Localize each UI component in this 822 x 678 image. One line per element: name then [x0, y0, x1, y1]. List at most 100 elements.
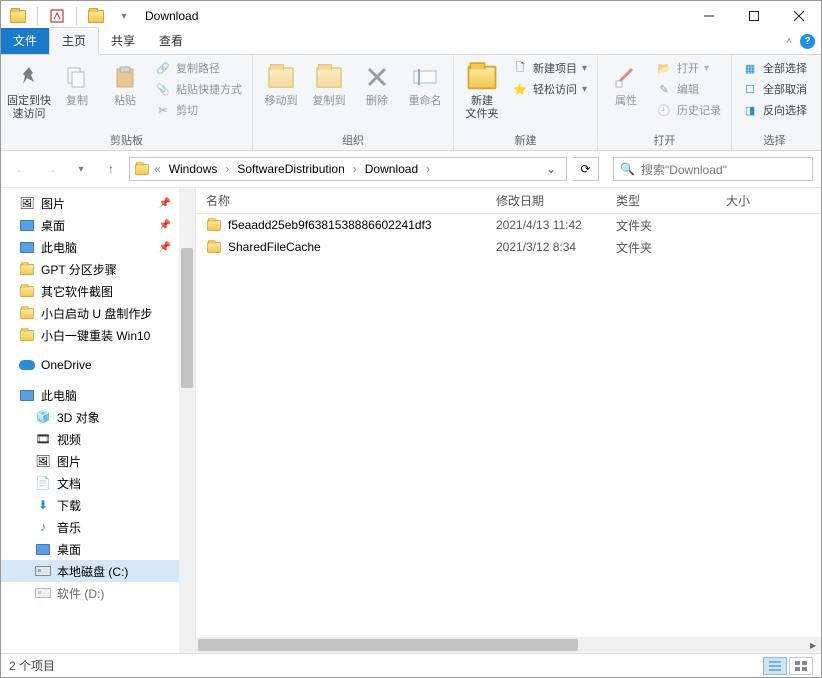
back-button[interactable]: ← — [9, 157, 33, 181]
tab-file[interactable]: 文件 — [1, 28, 49, 54]
breadcrumb-download[interactable]: Download — [361, 162, 422, 176]
breadcrumb-windows[interactable]: Windows — [165, 162, 222, 176]
folder-icon — [20, 307, 34, 318]
tree-onedrive[interactable]: OneDrive — [1, 354, 195, 376]
onedrive-icon — [19, 360, 35, 370]
address-bar[interactable]: « Windows › SoftwareDistribution › Downl… — [129, 157, 567, 181]
drive-icon — [35, 566, 51, 576]
pin-icon: 📌 — [159, 220, 171, 231]
folder-icon — [20, 329, 34, 340]
paste-button[interactable]: 粘贴 — [103, 57, 147, 108]
address-dropdown[interactable]: ⌄ — [540, 162, 562, 176]
rename-button[interactable]: 重命名 — [403, 57, 447, 108]
history-button[interactable]: 🕘历史记录 — [652, 101, 725, 119]
folder-icon — [207, 241, 221, 252]
refresh-button[interactable]: ⟳ — [573, 157, 599, 181]
tree-videos[interactable]: 🎞视频 — [1, 428, 195, 450]
tree-reinstall[interactable]: 小白一键重装 Win10 — [1, 324, 195, 346]
tree-desktop[interactable]: 桌面📌 — [1, 214, 195, 236]
easy-access-icon: ⭐ — [512, 81, 528, 97]
copy-path-button[interactable]: 🔗复制路径 — [151, 59, 246, 77]
tree-disk-c[interactable]: 本地磁盘 (C:) — [1, 560, 195, 582]
group-select-label: 选择 — [738, 130, 811, 150]
open-button[interactable]: 📂打开▾ — [652, 59, 725, 77]
maximize-button[interactable] — [731, 1, 776, 30]
minimize-button[interactable] — [686, 1, 731, 30]
copy-button[interactable]: 复制 — [55, 57, 99, 108]
folder-icon — [20, 285, 34, 296]
nav-tree[interactable]: 🖼图片📌 桌面📌 此电脑📌 GPT 分区步骤 其它软件截图 小白启动 U 盘制作… — [1, 188, 196, 653]
col-date[interactable]: 修改日期 — [486, 192, 606, 209]
tree-pictures2[interactable]: 🖼图片 — [1, 450, 195, 472]
tree-thispc2[interactable]: 此电脑 — [1, 384, 195, 406]
chevron-right-icon[interactable]: › — [424, 162, 432, 176]
thumbnails-view-button[interactable] — [789, 657, 813, 675]
tree-screenshots[interactable]: 其它软件截图 — [1, 280, 195, 302]
search-placeholder: 搜索"Download" — [641, 161, 727, 178]
breadcrumb-swdist[interactable]: SoftwareDistribution — [233, 162, 348, 176]
move-to-button[interactable]: 移动到 — [259, 57, 303, 108]
tree-documents[interactable]: 📄文档 — [1, 472, 195, 494]
tab-view[interactable]: 查看 — [147, 28, 195, 54]
edit-icon: ✎ — [656, 81, 672, 97]
help-icon[interactable]: ? — [800, 34, 815, 49]
tree-music[interactable]: ♪音乐 — [1, 516, 195, 538]
desktop-icon — [36, 544, 50, 555]
edit-button[interactable]: ✎编辑 — [652, 80, 725, 98]
tree-downloads[interactable]: ⬇下载 — [1, 494, 195, 516]
collapse-ribbon-icon[interactable]: ˄ — [786, 36, 792, 47]
qat-dropdown[interactable]: ▾ — [113, 5, 135, 27]
easy-access-button[interactable]: ⭐轻松访问▾ — [508, 80, 591, 98]
folder-icon — [135, 163, 149, 174]
delete-button[interactable]: 删除 — [355, 57, 399, 108]
recent-locations-button[interactable]: ▾ — [69, 157, 93, 181]
up-button[interactable]: ↑ — [99, 157, 123, 181]
col-type[interactable]: 类型 — [606, 192, 716, 209]
rename-icon — [409, 61, 441, 93]
tree-gpt[interactable]: GPT 分区步骤 — [1, 258, 195, 280]
search-icon: 🔍 — [620, 162, 635, 176]
horizontal-scrollbar[interactable]: ◂ ▸ — [196, 637, 821, 653]
invert-selection-button[interactable]: ◨反向选择 — [738, 101, 811, 119]
tab-home[interactable]: 主页 — [49, 27, 99, 55]
properties-icon — [610, 61, 642, 93]
select-none-button[interactable]: ☐全部取消 — [738, 80, 811, 98]
file-row[interactable]: f5eaadd25eb9f6381538886602241df3 2021/4/… — [196, 214, 821, 236]
close-button[interactable] — [776, 1, 821, 30]
tab-share[interactable]: 共享 — [99, 28, 147, 54]
search-box[interactable]: 🔍 搜索"Download" — [613, 157, 813, 181]
file-list: 名称 修改日期 类型 大小 f5eaadd25eb9f6381538886602… — [196, 188, 821, 653]
col-size[interactable]: 大小 — [716, 192, 786, 209]
paste-shortcut-button[interactable]: 📎粘贴快捷方式 — [151, 80, 246, 98]
details-view-button[interactable] — [763, 657, 787, 675]
tree-disk-d[interactable]: 软件 (D:) — [1, 582, 195, 604]
tree-usb[interactable]: 小白启动 U 盘制作步 — [1, 302, 195, 324]
chevron-right-icon[interactable]: › — [223, 162, 231, 176]
new-item-button[interactable]: 🗋新建项目▾ — [508, 59, 591, 77]
tree-thispc[interactable]: 此电脑📌 — [1, 236, 195, 258]
selectnone-icon: ☐ — [742, 81, 758, 97]
ribbon: 固定到快 速访问 复制 粘贴 🔗复制路径 📎粘贴快捷方式 ✂剪切 剪贴板 移动到… — [1, 55, 821, 151]
cut-button[interactable]: ✂剪切 — [151, 101, 246, 119]
tree-3dobjects[interactable]: 🧊3D 对象 — [1, 406, 195, 428]
status-bar: 2 个项目 — [1, 653, 821, 677]
new-folder-button[interactable]: 新建 文件夹 — [460, 57, 504, 121]
tree-desktop2[interactable]: 桌面 — [1, 538, 195, 560]
tree-scrollbar[interactable] — [179, 188, 195, 653]
chevron-right-icon[interactable]: › — [351, 162, 359, 176]
desktop-icon — [20, 220, 34, 231]
pin-quickaccess-button[interactable]: 固定到快 速访问 — [7, 57, 51, 121]
copy-to-button[interactable]: 复制到 — [307, 57, 351, 108]
navigation-bar: ← → ▾ ↑ « Windows › SoftwareDistribution… — [1, 151, 821, 187]
tree-pictures[interactable]: 🖼图片📌 — [1, 192, 195, 214]
file-row[interactable]: SharedFileCache 2021/3/12 8:34 文件夹 — [196, 236, 821, 258]
invert-icon: ◨ — [742, 102, 758, 118]
col-name[interactable]: 名称 — [196, 192, 486, 209]
forward-button[interactable]: → — [39, 157, 63, 181]
select-all-button[interactable]: ▦全部选择 — [738, 59, 811, 77]
qat-properties[interactable] — [46, 5, 68, 27]
pictures-icon: 🖼 — [19, 195, 35, 211]
copyto-icon — [313, 61, 345, 93]
properties-button[interactable]: 属性 — [604, 57, 648, 108]
qat-folder[interactable] — [85, 5, 107, 27]
